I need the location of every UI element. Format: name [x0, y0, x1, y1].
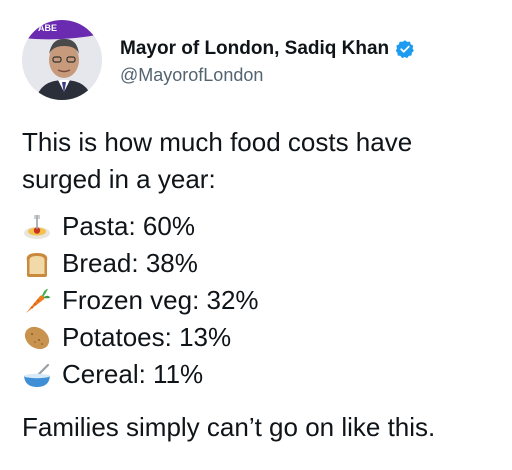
price-list: Pasta: 60% Bread: 38% Frozen veg: 32% Po…	[22, 208, 502, 393]
avatar-badge-text: ABE	[38, 23, 57, 33]
avatar[interactable]: ABE	[22, 20, 102, 100]
bowl-with-spoon-icon	[22, 360, 52, 390]
spaghetti-icon	[22, 212, 52, 242]
tweet-intro: This is how much food costs have surged …	[22, 127, 413, 194]
tweet-outro: Families simply can’t go on like this.	[22, 412, 436, 442]
avatar-photo: ABE	[22, 20, 102, 100]
tweet: ABE Mayor of London, Sadiq Khan @Mayorof…	[0, 0, 512, 470]
list-item-label: Bread: 38%	[62, 248, 198, 278]
list-item-pasta: Pasta: 60%	[22, 208, 502, 245]
list-item-label: Frozen veg: 32%	[62, 285, 259, 315]
tweet-header: ABE Mayor of London, Sadiq Khan @Mayorof…	[22, 20, 415, 100]
author-names: Mayor of London, Sadiq Khan @MayorofLond…	[120, 37, 415, 87]
handle[interactable]: @MayorofLondon	[120, 63, 415, 87]
list-item-label: Potatoes: 13%	[62, 322, 232, 352]
potato-icon	[22, 323, 52, 353]
bread-icon	[22, 249, 52, 279]
list-item-cereal: Cereal: 11%	[22, 356, 502, 393]
display-name[interactable]: Mayor of London, Sadiq Khan	[120, 37, 389, 61]
carrot-icon	[22, 286, 52, 316]
list-item-label: Pasta: 60%	[62, 211, 195, 241]
display-name-row: Mayor of London, Sadiq Khan	[120, 37, 415, 61]
list-item-label: Cereal: 11%	[62, 359, 204, 389]
tweet-body: This is how much food costs have surged …	[22, 124, 502, 446]
list-item-bread: Bread: 38%	[22, 245, 502, 282]
list-item-potatoes: Potatoes: 13%	[22, 319, 502, 356]
verified-badge-icon	[395, 39, 415, 59]
list-item-frozen-veg: Frozen veg: 32%	[22, 282, 502, 319]
